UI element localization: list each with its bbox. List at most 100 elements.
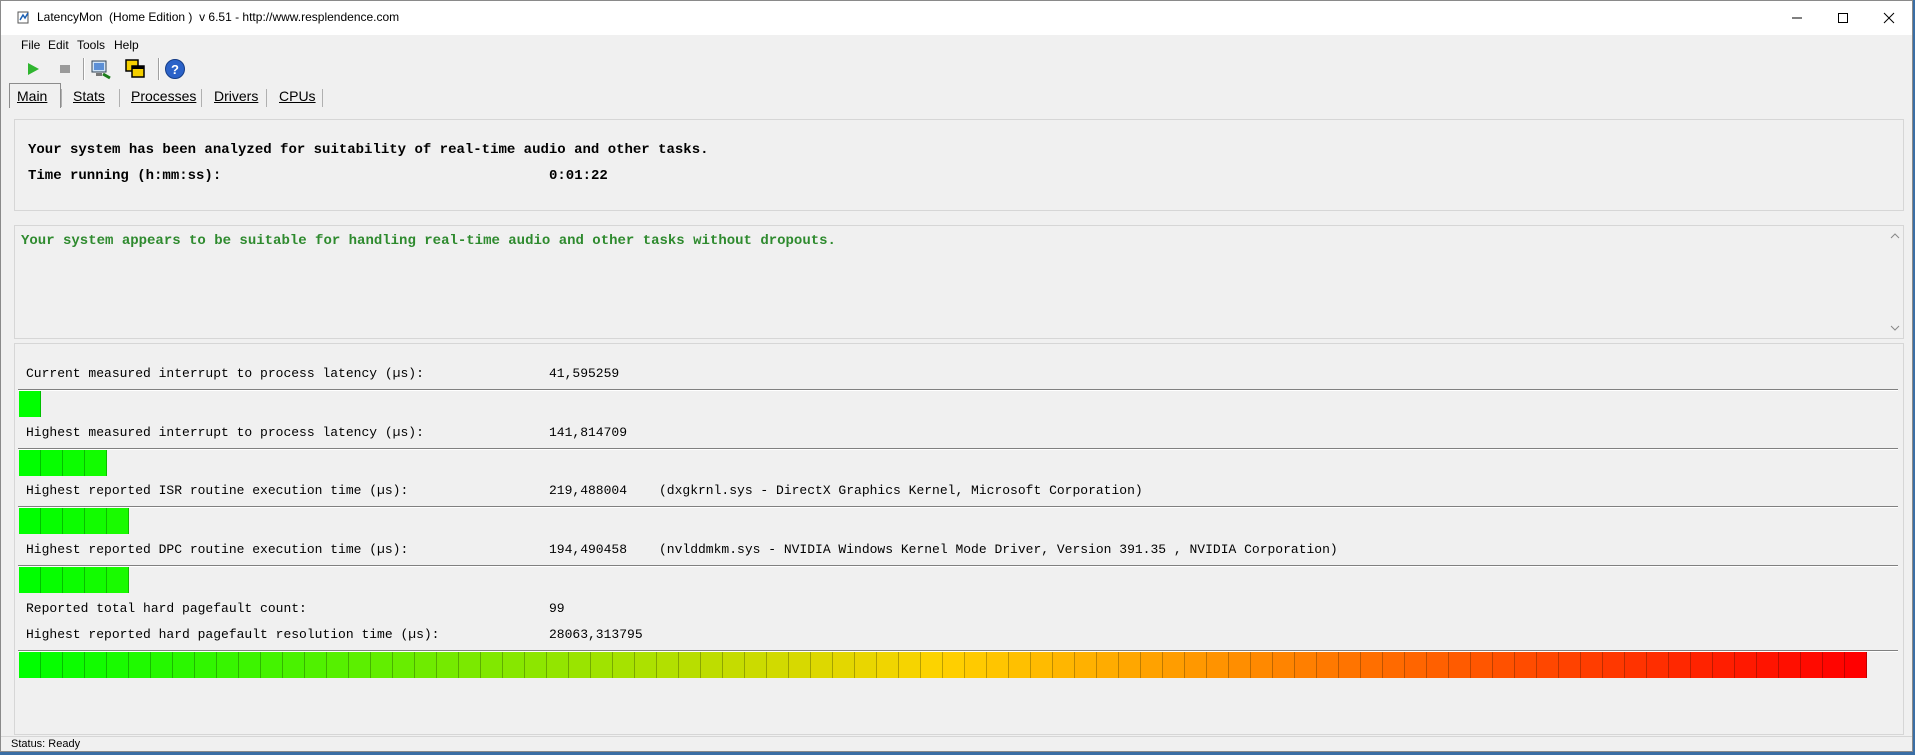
meter-segment <box>1185 652 1207 678</box>
meter-segment <box>459 652 481 678</box>
meter-segment <box>1031 652 1053 678</box>
stop-icon <box>60 65 70 73</box>
meter-segment <box>1713 652 1735 678</box>
meter-segment <box>613 652 635 678</box>
menu-edit[interactable]: Edit <box>48 38 69 52</box>
meter-segment <box>1207 652 1229 678</box>
meter-segment <box>1757 652 1779 678</box>
verdict-scrollbar[interactable] <box>1887 226 1903 338</box>
meter-segment <box>657 652 679 678</box>
meter-segment <box>305 652 327 678</box>
meter-segment <box>503 652 525 678</box>
meter-pagefault-time <box>19 652 1899 678</box>
meter-segment <box>261 652 283 678</box>
svg-text:?: ? <box>171 62 179 77</box>
maximize-button[interactable] <box>1820 1 1866 35</box>
meter-segment <box>85 567 107 593</box>
meter-highest-latency <box>19 450 1899 476</box>
menu-tools[interactable]: Tools <box>77 38 105 52</box>
windows-copy-icon <box>125 59 145 78</box>
meter-segment <box>1449 652 1471 678</box>
metric-value-dpc-time: 194,490458 <box>549 542 628 557</box>
help-button[interactable]: ? <box>163 57 187 81</box>
close-button[interactable] <box>1866 1 1912 35</box>
tab-cpus[interactable]: CPUs <box>277 85 318 107</box>
meter-segment <box>349 652 371 678</box>
metric-label-highest-latency: Highest measured interrupt to process la… <box>26 425 424 440</box>
scroll-down-icon[interactable] <box>1887 320 1903 336</box>
meter-segment <box>41 450 63 476</box>
meter-segment <box>217 652 239 678</box>
metric-label-current-latency: Current measured interrupt to process la… <box>26 366 424 381</box>
meter-segment <box>1625 652 1647 678</box>
meter-segment <box>1141 652 1163 678</box>
title-bar[interactable]: LatencyMon (Home Edition ) v 6.51 - http… <box>1 1 1912 35</box>
meter-segment <box>107 652 129 678</box>
meter-segment <box>393 652 415 678</box>
meter-segment <box>547 652 569 678</box>
meter-segment <box>1779 652 1801 678</box>
latencymon-app-icon <box>17 11 29 24</box>
meter-segment <box>635 652 657 678</box>
meter-segment <box>19 652 41 678</box>
meter-segment <box>811 652 833 678</box>
menu-help[interactable]: Help <box>114 38 139 52</box>
meter-segment <box>921 652 943 678</box>
meter-isr-time <box>19 508 1899 534</box>
metric-value-isr-time: 219,488004 <box>549 483 628 498</box>
start-button[interactable] <box>21 57 45 81</box>
meter-segment <box>1229 652 1251 678</box>
meter-segment <box>19 508 41 534</box>
tab-processes[interactable]: Processes <box>129 85 198 107</box>
meter-segment <box>1339 652 1361 678</box>
meter-segment <box>1273 652 1295 678</box>
meter-current-latency <box>19 391 1899 417</box>
menu-file[interactable]: File <box>21 38 40 52</box>
meter-segment <box>1383 652 1405 678</box>
meter-segment <box>173 652 195 678</box>
report-button[interactable] <box>89 57 113 81</box>
meter-segment <box>85 652 107 678</box>
metric-value-pagefault-time: 28063,313795 <box>549 627 643 642</box>
meter-segment <box>63 652 85 678</box>
metric-label-isr-time: Highest reported ISR routine execution t… <box>26 483 409 498</box>
analysis-summary-text: Your system has been analyzed for suitab… <box>28 142 709 158</box>
meter-segment <box>1097 652 1119 678</box>
meter-segment <box>195 652 217 678</box>
meter-segment <box>701 652 723 678</box>
meter-segment <box>1735 652 1757 678</box>
meter-segment <box>85 450 107 476</box>
meter-segment <box>789 652 811 678</box>
meter-segment <box>1471 652 1493 678</box>
meter-segment <box>63 450 85 476</box>
meter-segment <box>1691 652 1713 678</box>
meter-segment <box>107 508 129 534</box>
meter-segment <box>85 508 107 534</box>
tab-main[interactable]: Main <box>15 85 49 107</box>
meter-segment <box>41 652 63 678</box>
stop-button[interactable] <box>53 57 77 81</box>
meter-segment <box>767 652 789 678</box>
meter-segment <box>1537 652 1559 678</box>
meter-segment <box>437 652 459 678</box>
metric-value-highest-latency: 141,814709 <box>549 425 628 440</box>
scroll-up-icon[interactable] <box>1887 228 1903 244</box>
tab-drivers[interactable]: Drivers <box>212 85 260 107</box>
meter-segment <box>525 652 547 678</box>
summary-panel: Your system has been analyzed for suitab… <box>14 119 1904 211</box>
tab-stats[interactable]: Stats <box>71 85 107 107</box>
meter-segment <box>283 652 305 678</box>
metric-value-current-latency: 41,595259 <box>549 366 620 381</box>
minimize-button[interactable] <box>1774 1 1820 35</box>
copy-button[interactable] <box>123 57 147 81</box>
meter-segment <box>877 652 899 678</box>
meter-segment <box>1515 652 1537 678</box>
meter-segment <box>1251 652 1273 678</box>
meter-segment <box>1119 652 1141 678</box>
meter-segment <box>987 652 1009 678</box>
meter-segment <box>1823 652 1845 678</box>
meter-segment <box>19 391 41 417</box>
toolbar: ? <box>1 55 1912 85</box>
close-icon <box>1883 12 1895 24</box>
meter-segment <box>1559 652 1581 678</box>
